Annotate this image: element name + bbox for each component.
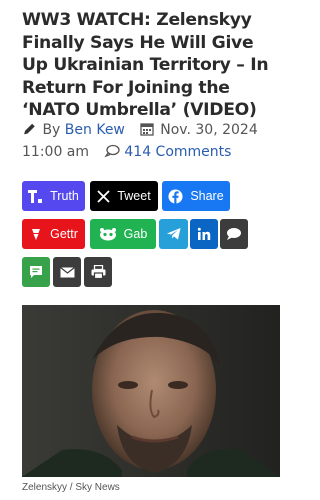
- share-gettr-label: Gettr: [50, 227, 78, 241]
- gettr-icon: [29, 227, 43, 241]
- share-email-button[interactable]: [53, 257, 81, 287]
- share-gettr-button[interactable]: Gettr: [22, 219, 85, 249]
- share-tweet-button[interactable]: Tweet: [90, 181, 158, 211]
- by-label: By: [42, 122, 61, 138]
- share-tweet-label: Tweet: [117, 189, 151, 203]
- comments-icon: [104, 143, 120, 158]
- share-linkedin-button[interactable]: [190, 219, 218, 249]
- speech-bubble-icon: [226, 227, 242, 241]
- article-image: [22, 305, 280, 477]
- share-facebook-button[interactable]: Share: [162, 181, 230, 211]
- share-sms-button[interactable]: [22, 257, 50, 287]
- article-title: WW3 WATCH: Zelenskyy Finally Says He Wil…: [22, 10, 269, 120]
- share-truth-label: Truth: [50, 189, 79, 203]
- comments-link[interactable]: 414 Comments: [124, 144, 231, 160]
- share-comment-button[interactable]: [220, 219, 248, 249]
- sms-icon: [29, 265, 43, 279]
- gab-icon: [99, 227, 117, 241]
- email-icon: [59, 266, 75, 278]
- print-button[interactable]: [84, 257, 112, 287]
- share-facebook-label: Share: [190, 189, 224, 203]
- image-caption: Zelenskyy / Sky News: [22, 482, 120, 493]
- share-gab-label: Gab: [123, 227, 148, 241]
- printer-icon: [91, 265, 106, 279]
- facebook-icon: [168, 188, 183, 204]
- article-meta: By Ben Kew Nov. 30, 2024 11:00 am 414 Co…: [22, 119, 292, 163]
- telegram-icon: [166, 228, 181, 240]
- share-telegram-button[interactable]: [159, 219, 188, 249]
- x-icon: [97, 189, 110, 203]
- author-link[interactable]: Ben Kew: [65, 122, 125, 138]
- calendar-icon: [140, 121, 156, 136]
- linkedin-icon: [197, 227, 211, 241]
- truth-social-icon: [28, 189, 43, 203]
- share-truth-button[interactable]: Truth: [22, 181, 85, 211]
- portrait-illustration: [22, 305, 280, 477]
- pencil-icon: [22, 121, 38, 135]
- share-gab-button[interactable]: Gab: [90, 219, 156, 249]
